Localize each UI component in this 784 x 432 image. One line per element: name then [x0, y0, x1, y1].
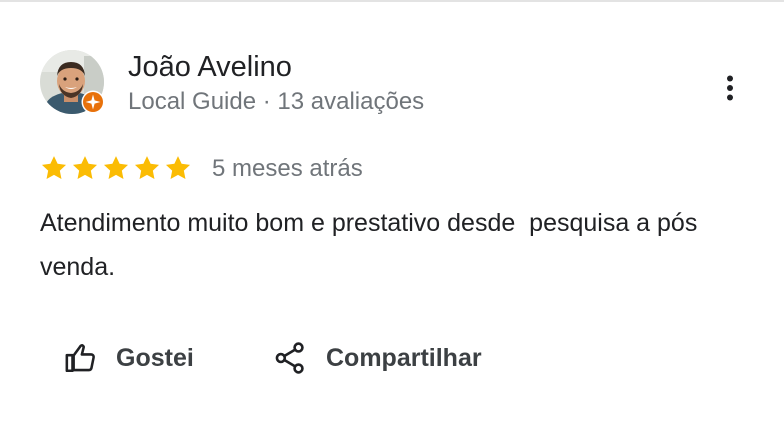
share-icon — [275, 342, 304, 374]
author-meta: Local Guide · 13 avaliações — [128, 88, 425, 115]
share-label: Compartilhar — [326, 343, 482, 372]
author-avatar[interactable] — [40, 50, 105, 114]
star-icon — [41, 156, 67, 179]
author-name[interactable]: João Avelino — [128, 50, 292, 84]
star-icon — [103, 156, 129, 179]
review-date: 5 meses atrás — [212, 155, 363, 182]
like-label: Gostei — [116, 343, 194, 372]
thumbs-up-icon — [65, 344, 95, 373]
review-text: Atendimento muito bom e prestativo desde… — [40, 209, 705, 281]
share-button[interactable]: Compartilhar — [274, 338, 482, 378]
like-button[interactable]: Gostei — [64, 338, 194, 378]
more-options-button[interactable] — [712, 70, 748, 106]
star-icon — [165, 156, 191, 179]
local-guide-badge-icon — [81, 90, 105, 114]
star-icon — [72, 156, 98, 179]
star-icon — [134, 156, 160, 179]
review-card: João Avelino Local Guide · 13 avaliações… — [0, 2, 784, 432]
rating-stars — [40, 154, 192, 184]
more-vert-icon — [727, 75, 733, 101]
